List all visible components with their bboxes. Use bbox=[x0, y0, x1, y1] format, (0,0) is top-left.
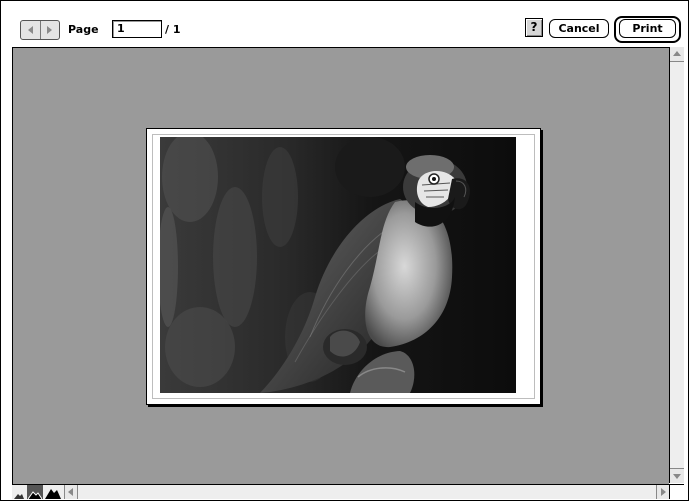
scroll-up-button[interactable] bbox=[670, 47, 684, 62]
triangle-up-icon bbox=[673, 51, 681, 56]
toolbar: Page 1 / 1 ? Cancel Print bbox=[1, 1, 688, 45]
cancel-button[interactable]: Cancel bbox=[549, 19, 609, 38]
page-nav-group bbox=[20, 20, 60, 40]
mountain-medium-icon bbox=[28, 491, 42, 499]
preview-area bbox=[12, 47, 669, 484]
print-button[interactable]: Print bbox=[619, 19, 676, 38]
triangle-right-icon bbox=[47, 26, 53, 34]
mountain-large-icon bbox=[45, 489, 61, 499]
scroll-left-button[interactable] bbox=[64, 485, 78, 499]
triangle-right-icon bbox=[661, 488, 666, 496]
scroll-down-button[interactable] bbox=[670, 468, 684, 483]
mountain-small-icon bbox=[14, 494, 24, 499]
print-preview-window: Page 1 / 1 ? Cancel Print bbox=[0, 0, 689, 501]
triangle-left-icon bbox=[27, 26, 33, 34]
vertical-scrollbar[interactable] bbox=[669, 47, 684, 483]
page-number-input[interactable]: 1 bbox=[112, 20, 162, 38]
page-label: Page bbox=[68, 23, 99, 36]
zoom-small-button[interactable] bbox=[12, 485, 26, 499]
zoom-large-button[interactable] bbox=[44, 485, 62, 499]
scroll-right-button[interactable] bbox=[656, 485, 669, 499]
print-default-ring: Print bbox=[614, 16, 681, 43]
next-page-button[interactable] bbox=[39, 21, 60, 39]
triangle-down-icon bbox=[673, 474, 681, 479]
zoom-medium-button[interactable] bbox=[27, 485, 43, 499]
help-button[interactable]: ? bbox=[525, 18, 543, 37]
horizontal-scrollbar[interactable] bbox=[12, 484, 669, 499]
resize-grow-box[interactable] bbox=[669, 484, 684, 499]
triangle-left-icon bbox=[68, 488, 73, 496]
page-total-label: / 1 bbox=[165, 23, 181, 36]
macaw-parrot-photo bbox=[160, 137, 516, 393]
previous-page-button[interactable] bbox=[21, 21, 40, 39]
page-preview bbox=[146, 128, 541, 405]
